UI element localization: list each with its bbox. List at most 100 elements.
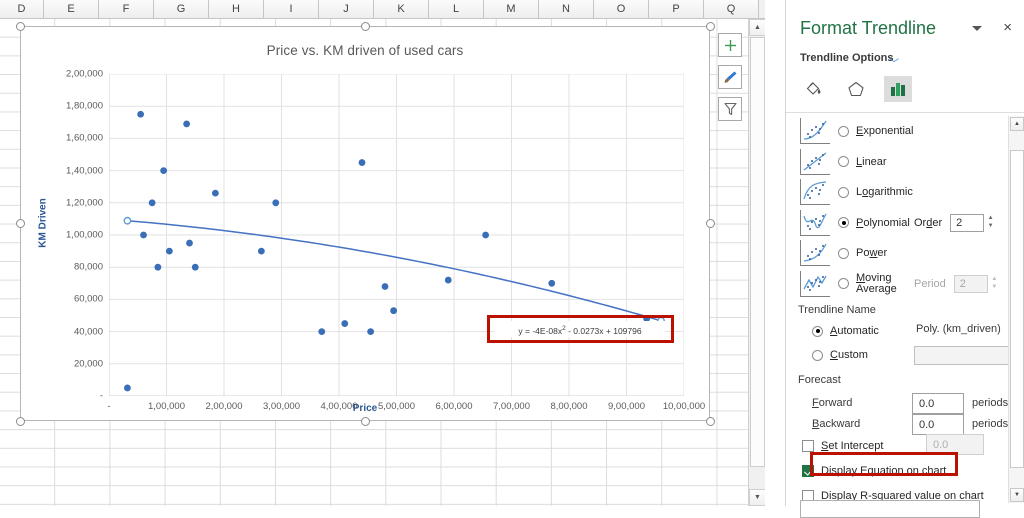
order-control[interactable]: Order2▲▼ [914, 208, 997, 238]
trendline-preview-thumb [800, 149, 830, 175]
pane-menu-caret-icon[interactable] [972, 26, 982, 31]
automatic-label: Automatic [830, 325, 879, 337]
order-stepper[interactable]: ▲▼ [984, 214, 997, 232]
equation-highlight-box [487, 315, 674, 343]
x-axis-tick: 8,00,000 [551, 401, 588, 412]
radio-power[interactable] [838, 248, 849, 259]
trendline-type-option-moving-average[interactable]: Moving Average [800, 269, 910, 299]
radio-exponential[interactable] [838, 126, 849, 137]
chart-handle-br[interactable] [706, 417, 715, 426]
radio-moving-average[interactable] [838, 278, 849, 289]
chart-title[interactable]: Price vs. KM driven of used cars [21, 43, 709, 58]
chart-handle-tc[interactable] [361, 22, 370, 31]
trendline-options-tab[interactable] [884, 76, 912, 102]
pane-divider [786, 112, 1024, 113]
trendline-name-section-label: Trendline Name [798, 304, 876, 316]
chart-handle-ml[interactable] [16, 219, 25, 228]
pane-subtitle[interactable]: Trendline Options [800, 52, 894, 64]
forecast-backward-units: periods [972, 418, 1008, 430]
paint-bucket-icon [804, 80, 824, 99]
checkbox-set-intercept[interactable] [802, 440, 814, 452]
order-input[interactable]: 2 [950, 214, 984, 232]
column-header-J[interactable]: J [319, 0, 374, 18]
trendline-type-option-power[interactable]: Power [800, 238, 887, 268]
period-label: Period [914, 278, 946, 290]
chart-handle-bc[interactable] [361, 417, 370, 426]
trendline-type-option-logarithmic[interactable]: Logarithmic [800, 177, 913, 207]
column-header-K[interactable]: K [374, 0, 429, 18]
funnel-icon [724, 102, 737, 116]
column-header-O[interactable]: O [594, 0, 649, 18]
custom-name-input[interactable] [914, 346, 1009, 365]
column-header-Q[interactable]: Q [704, 0, 759, 18]
x-axis-tick: - [107, 401, 110, 412]
fill-line-tab[interactable] [800, 76, 828, 102]
column-header-F[interactable]: F [99, 0, 154, 18]
trendline-preview-polynomial-icon [801, 210, 829, 234]
close-icon[interactable]: × [1003, 20, 1012, 35]
display-rsquared-option[interactable]: Display R-squared value on chart [802, 481, 984, 502]
radio-linear[interactable] [838, 156, 849, 167]
column-header-L[interactable]: L [429, 0, 484, 18]
column-header-G[interactable]: G [154, 0, 209, 18]
chart-side-buttons[interactable] [718, 33, 742, 129]
radio-automatic[interactable] [812, 326, 823, 337]
chart-filters-button[interactable] [718, 97, 742, 121]
trendline-type-label: Linear [856, 156, 887, 168]
chevron-down-icon[interactable]: ﹀ [889, 55, 899, 70]
trendline-options-body[interactable]: Exponential Linear Logarithmic PolynomialPo… [786, 116, 1009, 502]
y-axis-title[interactable]: KM Driven [38, 198, 49, 247]
scroll-thumb[interactable] [750, 37, 765, 467]
radio-logarithmic[interactable] [838, 187, 849, 198]
forecast-backward-input[interactable]: 0.0 [912, 414, 964, 435]
y-axis-tick: 40,000 [74, 326, 103, 337]
effects-tab[interactable] [842, 76, 870, 102]
chart-elements-button[interactable] [718, 33, 742, 57]
trendline-type-option-polynomial[interactable]: Polynomial [800, 208, 910, 238]
column-header-P[interactable]: P [649, 0, 704, 18]
scroll-down-button[interactable]: ▼ [749, 489, 765, 506]
period-input: 2 [954, 275, 988, 293]
format-trendline-pane[interactable]: Format Trendline × Trendline Options ﹀ [785, 0, 1024, 506]
column-header-M[interactable]: M [484, 0, 539, 18]
chart-handle-tl[interactable] [16, 22, 25, 31]
period-control: Period2▲▼ [914, 269, 1001, 299]
radio-polynomial[interactable] [838, 217, 849, 228]
forecast-forward-input[interactable]: 0.0 [912, 393, 964, 414]
chart-styles-button[interactable] [718, 65, 742, 89]
plus-icon [724, 39, 737, 52]
pane-bottom-input[interactable] [800, 500, 980, 518]
column-header-D[interactable]: D [0, 0, 44, 18]
pane-scroll-down-button[interactable]: ▼ [1010, 488, 1024, 502]
forecast-backward-label: Backward [812, 418, 860, 430]
column-header-I[interactable]: I [264, 0, 319, 18]
chart-object[interactable]: Price vs. KM driven of used cars KM Driv… [20, 26, 710, 421]
chart-handle-bl[interactable] [16, 417, 25, 426]
scroll-up-button[interactable]: ▲ [749, 19, 765, 36]
pane-scrollbar[interactable]: ▲ ▼ [1008, 116, 1024, 503]
chart-handle-tr[interactable] [706, 22, 715, 31]
trendline-type-option-exponential[interactable]: Exponential [800, 116, 914, 146]
trendline-preview-thumb [800, 179, 830, 205]
y-axis-tick: 1,80,000 [66, 101, 103, 112]
radio-custom[interactable] [812, 350, 823, 361]
plot-area[interactable]: -20,00040,00060,00080,0001,00,0001,20,00… [109, 74, 684, 396]
column-header-N[interactable]: N [539, 0, 594, 18]
x-axis-tick: 7,00,000 [493, 401, 530, 412]
y-axis-tick: 20,000 [74, 358, 103, 369]
trendline-name-custom-option[interactable]: Custom [812, 340, 868, 370]
trendline-preview-power-icon [801, 240, 829, 264]
trendline-type-label: Logarithmic [856, 186, 913, 198]
pane-tab-row[interactable] [800, 76, 912, 102]
trendline-preview-logarithmic-icon [801, 179, 829, 203]
x-axis-title[interactable]: Price [21, 403, 709, 414]
chart-handle-mr[interactable] [706, 219, 715, 228]
sheet-vertical-scrollbar[interactable]: ▲ ▼ [748, 19, 765, 506]
spreadsheet-area[interactable]: DEFGHIJKLMNOPQ Price vs. KM driven of us… [0, 0, 765, 506]
pane-scroll-up-button[interactable]: ▲ [1010, 117, 1024, 131]
trendline-type-option-linear[interactable]: Linear [800, 147, 887, 177]
column-header-row[interactable]: DEFGHIJKLMNOPQ [0, 0, 765, 19]
column-header-E[interactable]: E [44, 0, 99, 18]
pane-scroll-thumb[interactable] [1010, 150, 1024, 468]
column-header-H[interactable]: H [209, 0, 264, 18]
